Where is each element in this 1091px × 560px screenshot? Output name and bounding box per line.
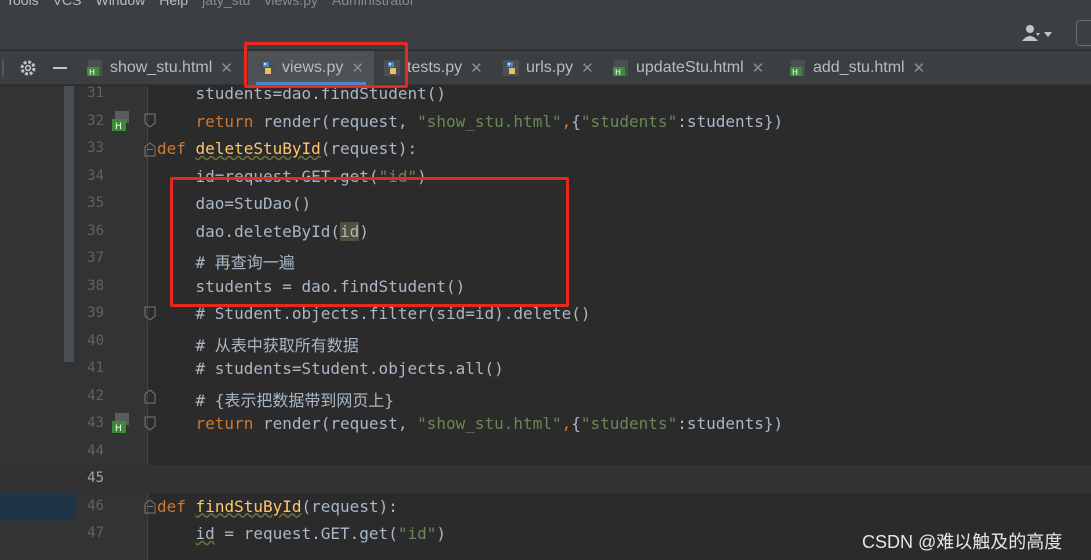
code-text: dao=StuDao() — [157, 194, 312, 213]
code-line[interactable]: 37 # 再查询一遍 — [0, 245, 1091, 273]
svg-text:H: H — [615, 68, 621, 77]
code-line-current[interactable]: 45 — [0, 465, 1091, 493]
menu-vcs[interactable]: VCS — [53, 0, 82, 8]
html-template-marker-icon[interactable]: H — [111, 110, 133, 132]
tab-label: views.py — [282, 59, 344, 76]
fold-icon[interactable] — [143, 498, 157, 514]
python-file-icon — [258, 59, 276, 77]
menu-bar: Tools VCS Window Help jaty_stu views.py … — [0, 0, 1091, 14]
code-line[interactable]: 44 — [0, 438, 1091, 466]
watermark: CSDN @难以触及的高度 — [862, 532, 1063, 552]
code-text: id = request.GET.get("id") — [195, 524, 446, 543]
html-file-icon: H — [789, 59, 807, 77]
toolbar-edge-button[interactable] — [1076, 20, 1091, 46]
code-text: students=dao.findStudent() — [157, 84, 446, 103]
fold-icon[interactable] — [143, 306, 157, 322]
html-file-icon: H — [86, 59, 104, 77]
code-line[interactable]: 35 dao=StuDao() — [0, 190, 1091, 218]
code-line[interactable]: 33 def deleteStuById(request): — [0, 135, 1091, 163]
code-text: students = dao.findStudent() — [157, 276, 466, 296]
line-number: 39 — [87, 305, 104, 321]
fold-icon[interactable] — [143, 416, 157, 432]
line-number: 40 — [87, 332, 104, 349]
code-comment: # 从表中获取所有数据 — [157, 335, 359, 355]
menu-tools[interactable]: Tools — [6, 0, 39, 8]
code-text: def deleteStuById(request): — [157, 139, 418, 158]
svg-text:H: H — [115, 122, 122, 132]
dropdown-icon — [1044, 32, 1052, 37]
user-icon — [1022, 25, 1052, 41]
code-text: def findStuById(request): — [157, 496, 398, 516]
code-line[interactable]: 38 students = dao.findStudent() — [0, 273, 1091, 301]
code-text: return render(request, "show_stu.html",{… — [195, 414, 784, 433]
close-icon[interactable]: ✕ — [470, 59, 483, 77]
line-number: 38 — [87, 277, 104, 294]
code-line[interactable]: 46 def findStuById(request): — [0, 493, 1091, 521]
fold-icon[interactable] — [143, 388, 157, 404]
line-number: 41 — [87, 360, 104, 376]
line-number: 36 — [87, 222, 104, 239]
minimize-icon[interactable] — [50, 58, 70, 78]
menu-window[interactable]: Window — [95, 0, 145, 8]
line-number: 42 — [87, 387, 104, 404]
line-number: 33 — [87, 140, 104, 156]
line-number: 35 — [87, 195, 104, 211]
svg-text:H: H — [89, 68, 95, 77]
window-title-user: Administrator — [332, 0, 415, 8]
tab-label: add_stu.html — [813, 59, 905, 76]
html-template-marker-icon[interactable]: H — [111, 412, 133, 434]
line-number: 46 — [87, 497, 104, 514]
user-menu-button[interactable] — [1020, 23, 1056, 43]
code-comment: # {表示把数据带到网页上} — [157, 390, 395, 410]
fold-icon[interactable] — [143, 141, 157, 157]
code-text: return render(request, "show_stu.html",{… — [195, 111, 784, 131]
tab-label: urls.py — [526, 59, 574, 76]
line-number: 47 — [87, 525, 104, 541]
toolbar — [0, 14, 1091, 50]
code-comment: # students=Student.objects.all() — [157, 359, 504, 378]
tab-label: show_stu.html — [110, 59, 213, 76]
line-number: 32 — [87, 112, 104, 129]
divider — [2, 59, 4, 77]
code-line[interactable]: 40 # 从表中获取所有数据 — [0, 328, 1091, 356]
line-number: 37 — [87, 250, 104, 266]
fold-icon[interactable] — [143, 113, 157, 129]
python-file-icon — [502, 59, 520, 77]
svg-text:H: H — [115, 424, 122, 434]
line-number: 31 — [87, 85, 104, 101]
close-icon[interactable]: ✕ — [351, 59, 364, 77]
close-icon[interactable]: ✕ — [220, 59, 233, 77]
code-line[interactable]: 34 id=request.GET.get("id") — [0, 163, 1091, 191]
menu-help[interactable]: Help — [159, 0, 188, 8]
code-line[interactable]: 32 return render(request, "show_stu.html… — [0, 108, 1091, 136]
window-title-file: views.py — [264, 0, 319, 8]
line-number: 45 — [87, 470, 104, 486]
code-line[interactable]: 42 # {表示把数据带到网页上} — [0, 383, 1091, 411]
gear-icon[interactable] — [18, 58, 38, 78]
tab-label: updateStu.html — [636, 59, 744, 76]
close-icon[interactable]: ✕ — [581, 59, 594, 77]
code-line[interactable]: 36 dao.deleteById(id) — [0, 218, 1091, 246]
line-number: 43 — [87, 415, 104, 431]
tab-label: tests.py — [407, 59, 463, 76]
code-comment: # Student.objects.filter(sid=id).delete(… — [157, 304, 591, 323]
html-file-icon: H — [612, 59, 630, 77]
close-icon[interactable]: ✕ — [913, 59, 926, 77]
line-number: 34 — [87, 167, 104, 184]
close-icon[interactable]: ✕ — [752, 59, 765, 77]
code-comment: # 再查询一遍 — [157, 253, 295, 272]
code-text: dao.deleteById(id) — [157, 221, 369, 241]
code-line[interactable]: 41 # students=Student.objects.all() — [0, 355, 1091, 383]
line-number: 44 — [87, 442, 104, 459]
code-line[interactable]: 31 students=dao.findStudent() — [0, 80, 1091, 108]
window-title-project: jaty_stu — [202, 0, 251, 8]
code-line[interactable]: 39 # Student.objects.filter(sid=id).dele… — [0, 300, 1091, 328]
code-line[interactable]: 43 return render(request, "show_stu.html… — [0, 410, 1091, 438]
code-text: id=request.GET.get("id") — [157, 166, 427, 186]
svg-text:H: H — [792, 68, 798, 77]
python-file-icon — [383, 59, 401, 77]
